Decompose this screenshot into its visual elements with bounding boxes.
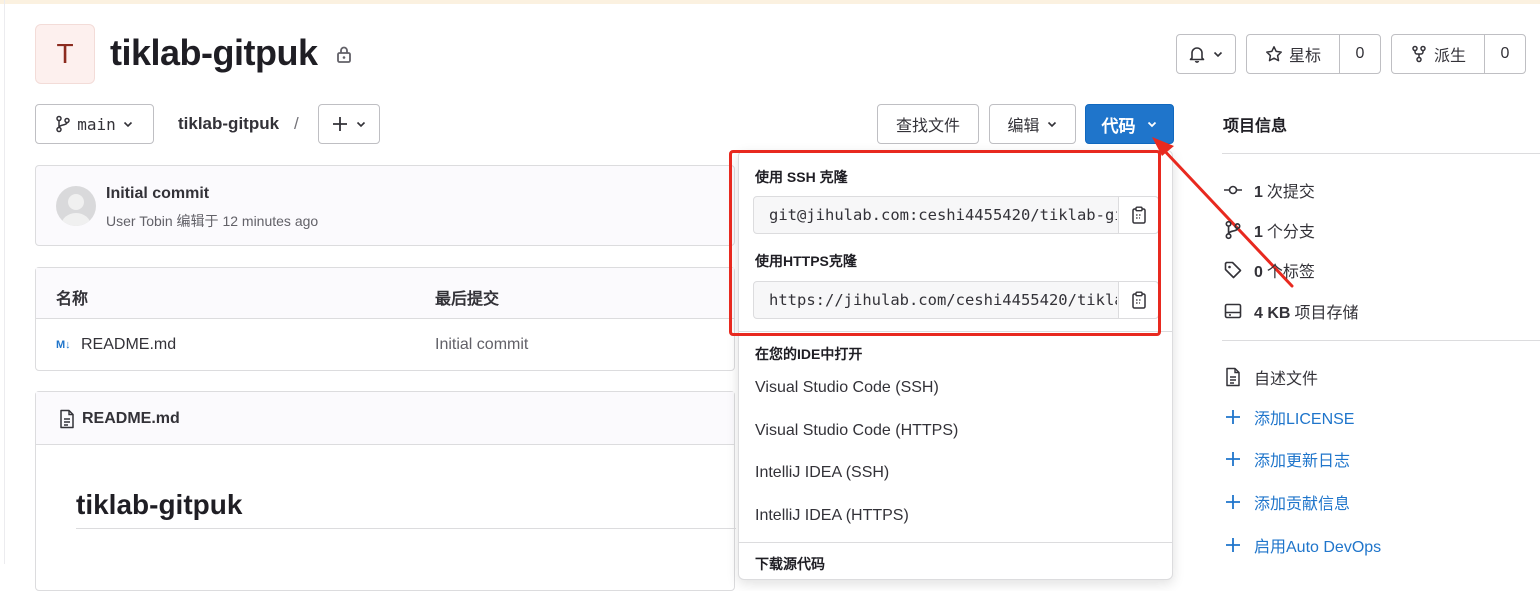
branch-icon — [1223, 220, 1243, 240]
project-avatar[interactable]: T — [35, 24, 95, 84]
star-label: 星标 — [1288, 48, 1321, 65]
code-button[interactable]: 代码 — [1085, 104, 1174, 144]
readme-heading-rule — [76, 528, 736, 529]
readme-heading: tiklab-gitpuk — [76, 489, 243, 520]
chevron-down-icon — [1147, 121, 1156, 128]
fork-button[interactable]: 派生 — [1392, 35, 1484, 73]
sidebar-storage[interactable]: 4 KB 项目存储 — [1223, 299, 1358, 323]
bell-icon — [1189, 47, 1205, 63]
markdown-icon: M↓ — [56, 339, 71, 351]
chevron-down-icon — [1047, 121, 1056, 128]
star-button[interactable]: 星标 — [1247, 35, 1339, 73]
storage-label: 项目存储 — [1294, 305, 1359, 322]
breadcrumb-project[interactable]: tiklab-gitpuk — [178, 114, 279, 134]
ide-section-label: 在您的IDE中打开 — [755, 346, 863, 362]
find-file-button[interactable]: 查找文件 — [877, 104, 979, 144]
left-border — [4, 0, 5, 564]
branch-name: main — [77, 114, 116, 134]
project-title[interactable]: tiklab-gitpuk — [110, 32, 318, 74]
add-menu-button[interactable] — [318, 104, 380, 144]
star-icon — [1266, 46, 1282, 62]
add-license-label: 添加LICENSE — [1254, 411, 1355, 428]
lock-icon — [337, 46, 351, 63]
top-banner-strip — [0, 0, 1540, 4]
fork-icon — [1412, 45, 1426, 63]
file-table-header: 名称 最后提交 — [36, 268, 734, 319]
commit-meta: User Tobin 编辑于 12 minutes ago — [106, 213, 319, 229]
plus-icon — [1223, 492, 1243, 512]
readme-header: README.md — [36, 392, 734, 445]
file-last-commit[interactable]: Initial commit — [435, 336, 528, 354]
chevron-down-icon — [356, 121, 366, 128]
dropdown-divider — [739, 542, 1172, 543]
branch-icon — [56, 115, 70, 133]
edit-label: 编辑 — [1007, 118, 1040, 135]
enable-auto-devops-label: 启用Auto DevOps — [1254, 539, 1382, 556]
tags-label: 个标签 — [1266, 264, 1315, 281]
ide-option-vscode-https[interactable]: Visual Studio Code (HTTPS) — [755, 422, 958, 440]
plus-icon — [1223, 407, 1243, 427]
download-section-label: 下载源代码 — [755, 556, 825, 572]
add-contributing-label: 添加贡献信息 — [1254, 496, 1351, 513]
user-avatar[interactable] — [56, 186, 96, 226]
sidebar-enable-auto-devops[interactable]: 启用Auto DevOps — [1223, 533, 1381, 557]
fork-label: 派生 — [1433, 48, 1466, 65]
readme-filename[interactable]: README.md — [82, 410, 180, 428]
commits-count: 1 — [1254, 184, 1263, 201]
annotation-highlight-box — [729, 150, 1161, 336]
branches-count: 1 — [1254, 224, 1263, 241]
notification-button[interactable] — [1176, 34, 1236, 74]
tag-icon — [1223, 260, 1243, 280]
add-changelog-label: 添加更新日志 — [1254, 453, 1351, 470]
branch-selector[interactable]: main — [35, 104, 154, 144]
find-file-label: 查找文件 — [895, 118, 960, 135]
breadcrumb-separator: / — [294, 114, 299, 133]
sidebar-divider — [1222, 153, 1540, 154]
ide-option-intellij-https[interactable]: IntelliJ IDEA (HTTPS) — [755, 507, 909, 525]
sidebar-commits[interactable]: 1 次提交 — [1223, 178, 1315, 202]
storage-size: 4 KB — [1254, 305, 1291, 322]
chevron-down-icon — [1213, 51, 1223, 58]
commits-label: 次提交 — [1266, 184, 1315, 201]
sidebar-divider — [1222, 340, 1540, 341]
sidebar-add-license[interactable]: 添加LICENSE — [1223, 405, 1354, 429]
file-link-readme[interactable]: README.md — [81, 336, 176, 354]
plus-icon — [1223, 449, 1243, 469]
fork-count[interactable]: 0 — [1485, 35, 1525, 73]
edit-button[interactable]: 编辑 — [989, 104, 1076, 144]
column-name: 名称 — [56, 291, 89, 308]
code-label: 代码 — [1101, 116, 1136, 136]
file-table: 名称 最后提交 M↓ README.md Initial commit — [35, 267, 735, 371]
ide-option-intellij-ssh[interactable]: IntelliJ IDEA (SSH) — [755, 464, 889, 482]
fork-button-group[interactable]: 派生 0 — [1391, 34, 1526, 74]
project-info-title: 项目信息 — [1223, 118, 1288, 135]
chevron-down-icon — [123, 121, 132, 128]
readme-card: README.md tiklab-gitpuk — [35, 391, 736, 591]
plus-icon — [333, 117, 347, 131]
sidebar-readme-link[interactable]: 自述文件 — [1223, 365, 1318, 389]
sidebar-add-changelog[interactable]: 添加更新日志 — [1223, 447, 1350, 471]
sidebar-branches[interactable]: 1 个分支 — [1223, 218, 1315, 242]
storage-icon — [1223, 301, 1243, 321]
user-silhouette-icon — [61, 194, 91, 226]
last-commit-card: Initial commit User Tobin 编辑于 12 minutes… — [35, 165, 735, 246]
star-count[interactable]: 0 — [1340, 35, 1380, 73]
plus-icon — [1223, 535, 1243, 555]
commit-title[interactable]: Initial commit — [106, 185, 209, 203]
column-last-commit: 最后提交 — [435, 291, 500, 308]
branches-label: 个分支 — [1266, 224, 1315, 241]
commit-icon — [1223, 180, 1243, 200]
star-button-group[interactable]: 星标 0 — [1246, 34, 1381, 74]
document-icon — [1223, 367, 1243, 387]
readme-link-label: 自述文件 — [1254, 371, 1319, 388]
sidebar-tags[interactable]: 0 个标签 — [1223, 258, 1315, 282]
document-icon — [60, 409, 74, 429]
sidebar-add-contributing[interactable]: 添加贡献信息 — [1223, 490, 1350, 514]
tags-count: 0 — [1254, 264, 1263, 281]
ide-option-vscode-ssh[interactable]: Visual Studio Code (SSH) — [755, 379, 939, 397]
